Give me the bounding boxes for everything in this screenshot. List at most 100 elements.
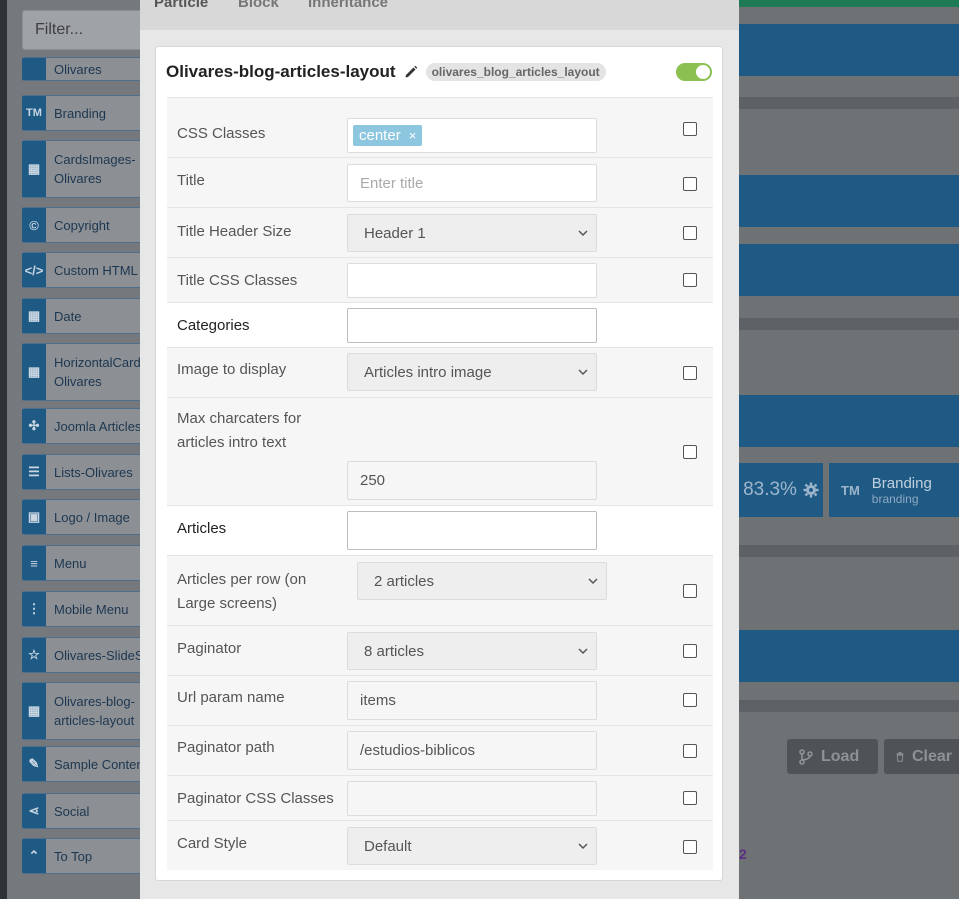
star-icon: ☆ xyxy=(22,638,46,672)
tab-block[interactable]: Block xyxy=(238,0,279,11)
sidebar-item-olivares-slides[interactable]: ☆ Olivares-SlideS xyxy=(22,637,147,673)
override-checkbox[interactable] xyxy=(683,840,697,854)
paginator-select[interactable]: 8 articles xyxy=(347,632,597,670)
chevron-up-icon: ⌃ xyxy=(22,839,46,873)
section-block xyxy=(739,175,959,227)
url-param-input[interactable]: items xyxy=(347,681,597,720)
particle-key-badge: olivares_blog_articles_layout xyxy=(425,63,606,81)
field-paginator-css-classes: Paginator CSS Classes xyxy=(167,775,713,820)
grid-icon: ▦ xyxy=(22,683,46,739)
field-max-characters: Max charcaters for articles intro text 2… xyxy=(167,397,713,505)
override-checkbox[interactable] xyxy=(683,445,697,459)
sidebar-item-label: Olivares-blog- articles-layout xyxy=(54,694,135,728)
code-fork-icon xyxy=(799,748,813,765)
tab-inheritance[interactable]: Inheritance xyxy=(308,0,388,11)
override-checkbox[interactable] xyxy=(683,177,697,191)
tag-text: center xyxy=(359,127,401,144)
section-divider xyxy=(739,700,959,712)
paginator-path-input[interactable]: /estudios-biblicos xyxy=(347,731,597,770)
sidebar-item-lists-olivares[interactable]: ☰ Lists-Olivares xyxy=(22,454,147,490)
field-label: CSS Classes xyxy=(177,125,266,142)
clear-label: Clear xyxy=(911,747,952,765)
override-checkbox[interactable] xyxy=(683,693,697,707)
sidebar-item-horizontalcard-olivares[interactable]: ▦ HorizontalCard Olivares xyxy=(22,343,147,401)
share-icon: ⋖ xyxy=(22,794,46,828)
percent-label: 83.3% xyxy=(743,479,797,500)
categories-input[interactable] xyxy=(347,308,597,343)
copyright-icon: © xyxy=(22,208,46,242)
max-characters-input[interactable]: 250 xyxy=(347,461,597,500)
sidebar-item-branding[interactable]: TM Branding xyxy=(22,95,147,131)
tab-particle[interactable]: Particle xyxy=(154,0,208,11)
title-input[interactable]: Enter title xyxy=(347,164,597,202)
field-label: Title CSS Classes xyxy=(177,272,298,289)
sidebar-item-label: To Top xyxy=(54,848,93,864)
field-title: Title Enter title xyxy=(167,157,713,207)
width-percentage[interactable]: 83.3% xyxy=(739,463,823,517)
grid-icon: ▦ xyxy=(22,344,46,400)
paginator-css-input[interactable] xyxy=(347,781,597,816)
field-label-line-2: Large screens) xyxy=(177,595,278,612)
particle-title: Olivares-blog-articles-layout xyxy=(166,62,396,81)
override-checkbox[interactable] xyxy=(683,644,697,658)
section-block xyxy=(739,244,959,296)
sidebar-item-label: Olivares xyxy=(54,61,102,77)
olivares-icon xyxy=(22,58,46,80)
title-header-size-select[interactable]: Header 1 xyxy=(347,214,597,252)
sidebar-item-social[interactable]: ⋖ Social xyxy=(22,793,147,829)
override-checkbox[interactable] xyxy=(683,584,697,598)
chevron-down-icon xyxy=(578,648,588,655)
input-value: items xyxy=(360,692,396,709)
sidebar-item-to-top[interactable]: ⌃ To Top xyxy=(22,838,147,874)
override-checkbox[interactable] xyxy=(683,122,697,136)
clear-button[interactable]: Clear xyxy=(884,739,959,774)
sidebar-item-label: Mobile Menu xyxy=(54,601,129,617)
sidebar-item-sample-content[interactable]: ✎ Sample Content xyxy=(22,746,147,782)
sidebar-item-cardsimages-olivares[interactable]: ▦ CardsImages- Olivares xyxy=(22,140,147,198)
css-classes-input[interactable]: center × xyxy=(347,118,597,153)
override-checkbox[interactable] xyxy=(683,273,697,287)
chevron-down-icon xyxy=(578,369,588,376)
sidebar-item-menu[interactable]: ≡ Menu xyxy=(22,545,147,581)
field-label: Title Header Size xyxy=(177,223,292,240)
branding-particle-card[interactable]: TM Branding branding xyxy=(829,463,959,517)
sidebar-item-logo-image[interactable]: ▣ Logo / Image xyxy=(22,499,147,535)
title-placeholder: Enter title xyxy=(360,174,424,192)
enabled-toggle[interactable] xyxy=(676,63,712,81)
grid-icon: ▦ xyxy=(22,141,46,197)
gear-icon[interactable] xyxy=(803,482,819,498)
load-button[interactable]: Load xyxy=(787,739,878,774)
sidebar-item-date[interactable]: ▦ Date xyxy=(22,298,147,334)
sidebar-item-custom-html[interactable]: </> Custom HTML xyxy=(22,252,147,288)
articles-per-row-select[interactable]: 2 articles xyxy=(357,562,607,600)
field-label: Title xyxy=(177,172,205,189)
tag-remove-icon[interactable]: × xyxy=(409,128,417,143)
sidebar-item-copyright[interactable]: © Copyright xyxy=(22,207,147,243)
field-label: Articles xyxy=(177,520,227,537)
menu-icon: ≡ xyxy=(22,546,46,580)
override-checkbox[interactable] xyxy=(683,744,697,758)
section-block xyxy=(739,395,959,447)
field-url-param-name: Url param name items xyxy=(167,675,713,725)
sidebar-item-olivares[interactable]: Olivares xyxy=(22,57,147,81)
override-checkbox[interactable] xyxy=(683,791,697,805)
override-checkbox[interactable] xyxy=(683,226,697,240)
field-paginator: Paginator 8 articles xyxy=(167,625,713,675)
image-to-display-select[interactable]: Articles intro image xyxy=(347,353,597,391)
calendar-icon: ▦ xyxy=(22,299,46,333)
section-block xyxy=(739,24,959,76)
override-checkbox[interactable] xyxy=(683,366,697,380)
sidebar-item-joomla-articles[interactable]: ✣ Joomla Articles xyxy=(22,408,147,444)
sidebar-item-olivares-blog-articles-layout[interactable]: ▦ Olivares-blog- articles-layout xyxy=(22,682,147,740)
sidebar-item-mobile-menu[interactable]: ⋮ Mobile Menu xyxy=(22,591,147,627)
articles-input[interactable] xyxy=(347,511,597,550)
filter-input[interactable]: Filter... xyxy=(22,10,152,50)
input-value: /estudios-biblicos xyxy=(360,742,476,759)
panel-header: Olivares-blog-articles-layout olivares_b… xyxy=(156,47,722,97)
title-css-classes-input[interactable] xyxy=(347,263,597,298)
pencil-icon[interactable] xyxy=(404,65,418,79)
field-label: Paginator CSS Classes xyxy=(177,790,334,807)
card-style-select[interactable]: Default xyxy=(347,827,597,865)
select-value: Header 1 xyxy=(364,224,426,242)
input-value: 250 xyxy=(360,472,386,489)
